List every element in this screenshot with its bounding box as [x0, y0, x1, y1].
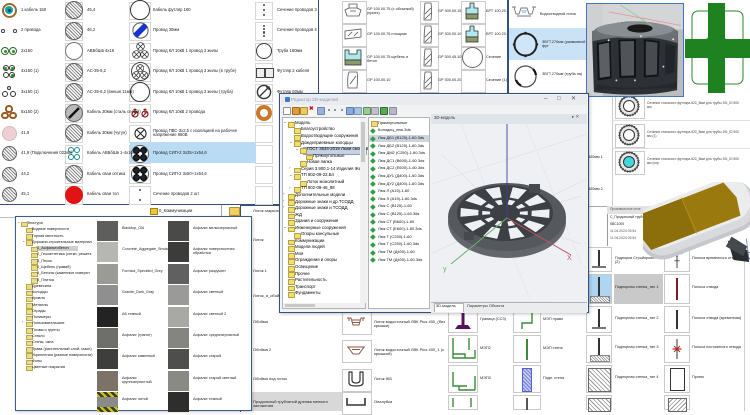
- svg-text:y: y: [443, 266, 447, 273]
- svg-text:X: X: [567, 255, 572, 262]
